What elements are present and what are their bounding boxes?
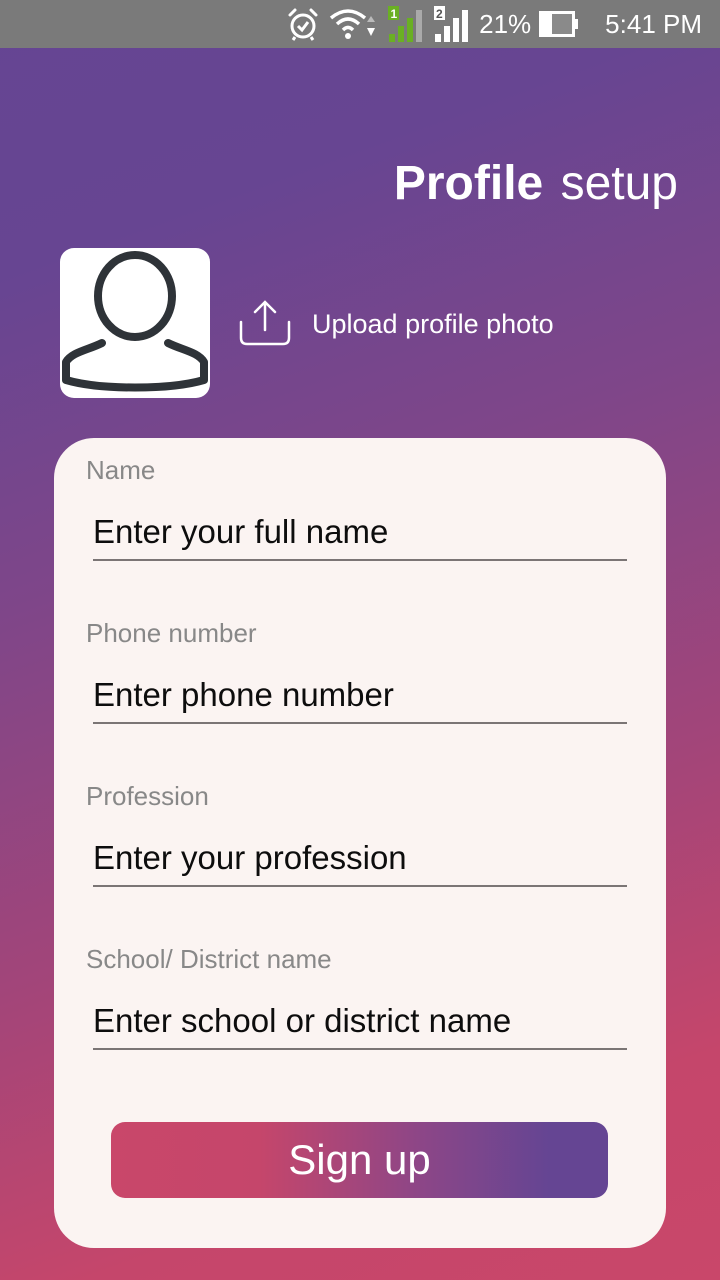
user-placeholder-icon [62, 251, 208, 392]
name-label: Name [86, 455, 156, 485]
wifi-icon [329, 0, 379, 48]
profile-form-card: Name Phone number Profession School/ Dis… [54, 438, 666, 1248]
battery-icon [539, 0, 579, 48]
school-input[interactable] [93, 994, 627, 1050]
phone-input[interactable] [93, 668, 627, 724]
profession-input[interactable] [93, 831, 627, 887]
status-bar: 1 2 21% 5:41 PM [0, 0, 720, 48]
school-label: School/ District name [86, 944, 332, 974]
svg-text:2: 2 [436, 7, 443, 21]
page-title: Profile setup [394, 156, 678, 211]
name-input[interactable] [93, 505, 627, 561]
battery-percent: 21% [479, 8, 532, 39]
profession-label: Profession [86, 781, 209, 811]
alarm-icon [285, 0, 321, 48]
upload-label: Upload profile photo [312, 309, 554, 339]
avatar[interactable] [60, 248, 210, 398]
sim1-signal-icon: 1 [387, 0, 425, 48]
svg-text:1: 1 [391, 7, 398, 21]
upload-photo-button[interactable]: Upload profile photo [238, 298, 554, 351]
phone-label: Phone number [86, 618, 257, 648]
sim2-signal-icon: 2 [433, 0, 471, 48]
sign-up-button[interactable]: Sign up [111, 1122, 608, 1198]
page-title-bold: Profile [393, 157, 544, 210]
page-title-light: setup [560, 157, 678, 210]
upload-icon [238, 298, 292, 351]
clock: 5:41 PM [605, 8, 702, 39]
